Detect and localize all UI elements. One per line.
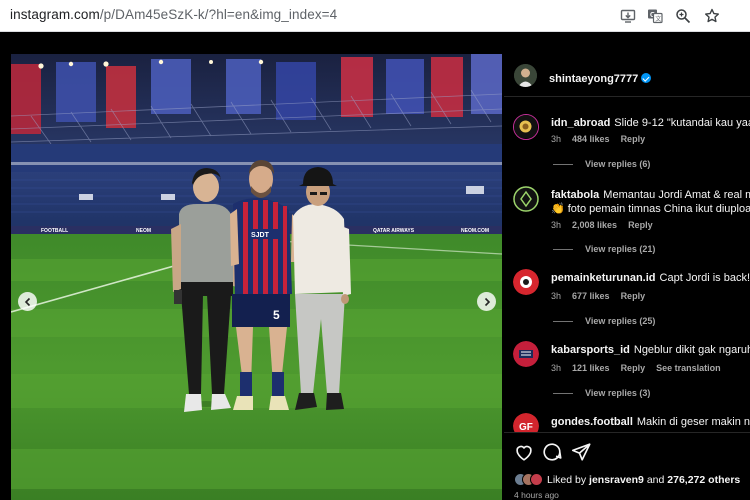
verified-badge-icon [641,73,652,83]
ad-board-qatar: QATAR AIRWAYS [373,228,415,234]
comment-likes[interactable]: 677 likes [572,291,610,301]
bookmark-star-icon[interactable] [701,5,723,27]
post-actions: Liked by jensraven9 and 276,272 others 4… [504,432,750,500]
url-path: /p/DAm45eSzK-k/?hl=en&img_index=4 [99,7,338,22]
comment-username[interactable]: idn_abroad [551,117,610,129]
liker-avatars [514,473,543,486]
comment-likes[interactable]: 121 likes [572,363,610,373]
view-replies-button[interactable]: View replies (25) [553,316,655,326]
commenter-avatar[interactable] [513,186,539,212]
see-translation-button[interactable]: See translation [656,363,721,373]
comment-icon[interactable] [541,441,563,463]
comment-time: 3h [551,291,562,301]
comment-likes[interactable]: 484 likes [572,134,610,144]
svg-text:5: 5 [273,308,280,322]
author-username[interactable]: shintaeyong7777 [549,73,638,85]
comment-text: Makin di geser makin ngera [636,416,750,428]
comment-text: Slide 9-12 "kutandai kau yaa" [614,117,750,129]
browser-toolbar: instagram.com/p/DAm45eSzK-k/?hl=en&img_i… [0,0,750,32]
address-bar[interactable]: instagram.com/p/DAm45eSzK-k/?hl=en&img_i… [10,7,337,22]
reply-button[interactable]: Reply [628,220,653,230]
comment-username[interactable]: gondes.football [551,416,633,428]
ad-board-neom-com: NEOM.COM [461,228,489,234]
comment-time: 3h [551,134,562,144]
chevron-right-icon [484,297,490,306]
share-send-icon[interactable] [570,441,592,463]
reply-button[interactable]: Reply [621,291,646,301]
post-header: shintaeyong7777 [504,54,750,97]
liked-by-user[interactable]: jensraven9 [589,474,644,486]
chevron-left-icon [24,297,30,306]
comment-username[interactable]: faktabola [551,189,599,201]
svg-text:文: 文 [655,15,661,23]
view-replies-button[interactable]: View replies (21) [553,244,655,254]
view-replies-button[interactable]: View replies (6) [553,159,650,169]
zoom-icon[interactable] [672,5,694,27]
reply-button[interactable]: Reply [621,134,646,144]
comment-text: Capt Jordi is back! 😍 [659,272,750,284]
liked-by-summary[interactable]: Liked by jensraven9 and 276,272 others [514,473,740,486]
post-photo[interactable]: FOOTBALL NEOM QATAR AIRWAYS NEOM.COM SJD… [11,54,502,500]
next-slide-button[interactable] [477,292,496,311]
stadium-photo: FOOTBALL NEOM QATAR AIRWAYS NEOM.COM SJD… [11,54,502,500]
reply-button[interactable]: Reply [621,363,646,373]
ad-board-neom: NEOM [136,228,151,234]
comment-username[interactable]: pemainketurunan.id [551,272,656,284]
comment-likes[interactable]: 2,008 likes [572,220,617,230]
translate-icon[interactable]: G文 [644,5,666,27]
ad-board-football: FOOTBALL [41,228,68,234]
comment-text-continued: 👏 foto pemain timnas China ikut diupload… [551,203,750,215]
liked-by-others[interactable]: 276,272 others [667,474,740,486]
commenter-avatar[interactable] [513,269,539,295]
previous-slide-button[interactable] [18,292,37,311]
post-timestamp: 4 hours ago [514,490,559,500]
author-avatar[interactable] [514,64,537,87]
comment-text: Ngeblur dikit gak ngaruh 😎 [633,344,750,356]
view-replies-button[interactable]: View replies (3) [553,388,650,398]
install-app-icon[interactable] [617,5,639,27]
commenter-avatar[interactable] [513,114,539,140]
url-host: instagram.com [10,7,100,22]
commenter-avatar[interactable] [513,341,539,367]
comment-time: 3h [551,220,562,230]
comment-time: 3h [551,363,562,373]
post-sidebar: shintaeyong7777 idn_abroad Slide 9-12 "ku… [504,54,750,500]
comment-username[interactable]: kabarsports_id [551,344,630,356]
comment-text: Memantau Jordi Amat & real mem [603,189,750,201]
jersey-sponsor: SJDT [251,232,270,239]
like-heart-icon[interactable] [513,441,535,463]
